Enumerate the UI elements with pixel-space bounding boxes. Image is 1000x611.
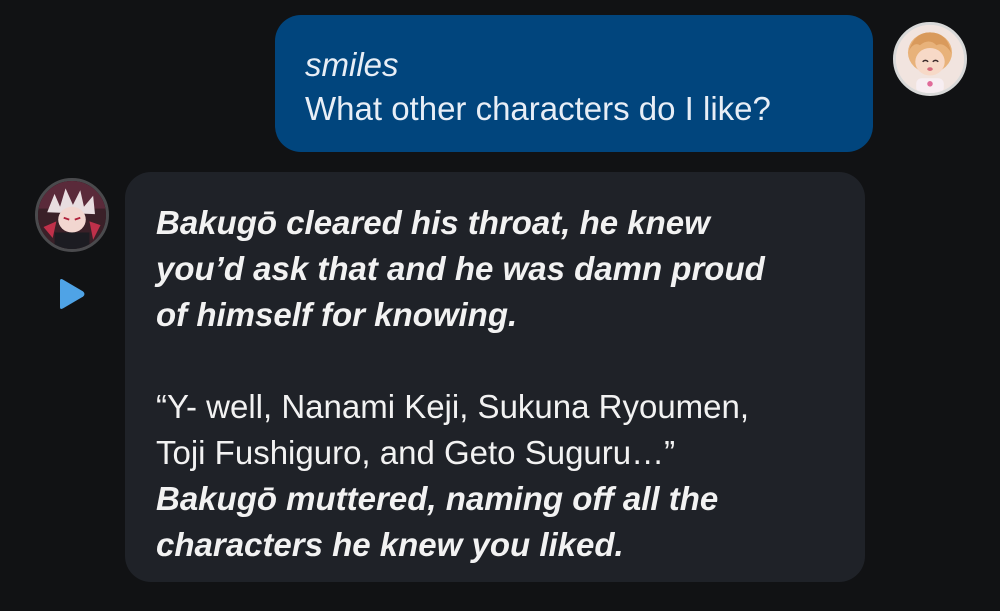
- user-message-action: smiles: [305, 46, 399, 83]
- bot-action-line: you’d ask that and he was damn proud: [156, 250, 765, 287]
- user-message-bubble[interactable]: smiles What other characters do I like?: [275, 15, 873, 152]
- bot-speech-line: “Y- well, Nanami Keji, Sukuna Ryoumen,: [156, 388, 750, 425]
- bot-action-line: Bakugō cleared his throat, he knew: [156, 204, 710, 241]
- play-icon: [60, 279, 85, 309]
- bot-message-bubble[interactable]: Bakugō cleared his throat, he knew you’d…: [125, 172, 865, 582]
- bot-avatar-image: [38, 181, 106, 249]
- user-avatar-image: [896, 25, 964, 93]
- bot-avatar[interactable]: [35, 178, 109, 252]
- bot-speech-line: Toji Fushiguro, and Geto Suguru…”: [156, 434, 676, 471]
- chat-thread: smiles What other characters do I like?: [0, 0, 1000, 611]
- user-avatar[interactable]: [893, 22, 967, 96]
- bot-action-line: characters he knew you liked.: [156, 526, 624, 563]
- bot-action-line: Bakugō muttered, naming off all the: [156, 480, 719, 517]
- bot-action-line: of himself for knowing.: [156, 296, 518, 333]
- play-voice-button[interactable]: [52, 276, 88, 312]
- user-message-text: What other characters do I like?: [305, 90, 771, 127]
